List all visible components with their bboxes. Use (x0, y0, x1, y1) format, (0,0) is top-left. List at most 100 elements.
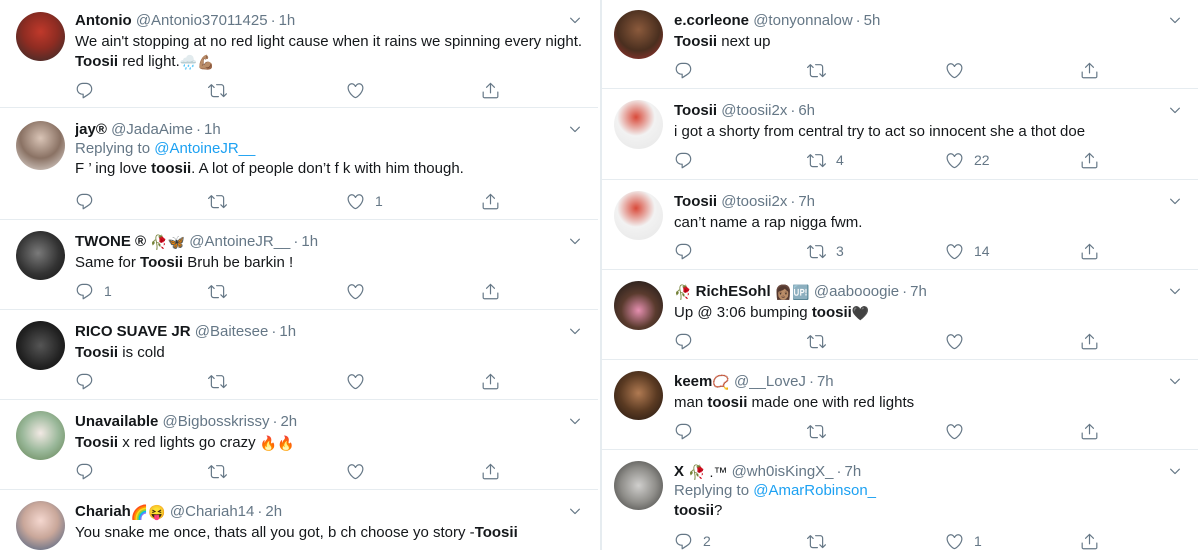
timestamp[interactable]: 1h (301, 233, 318, 250)
tweet[interactable]: 🥀 RichESohl 👩🏽🆙 @aabooogie · 7h Up @ 3:06 … (602, 271, 1198, 360)
reply-button[interactable] (674, 421, 703, 441)
display-name[interactable]: keem (674, 373, 712, 390)
tweet[interactable]: TWONE ® 🥀🦋 @AntoineJR__ · 1h Same for Toos… (0, 221, 598, 310)
tweet[interactable]: RICO SUAVE JR @Baitesee · 1h Toosii is col… (0, 311, 598, 400)
like-button[interactable] (945, 421, 974, 441)
tweet[interactable]: Chariah🌈😝 @Chariah14 · 2h You snake me onc… (0, 491, 598, 550)
retweet-button[interactable] (208, 461, 237, 481)
timestamp[interactable]: 7h (910, 283, 927, 300)
timestamp[interactable]: 6h (798, 102, 815, 119)
retweet-button[interactable] (208, 371, 237, 391)
avatar[interactable] (16, 12, 65, 61)
like-button[interactable]: 1 (945, 531, 982, 550)
tweet[interactable]: e.corleone @tonyonnalow · 5h Toosii next u… (602, 0, 1198, 89)
user-handle[interactable]: @toosii2x (721, 102, 787, 119)
tweet[interactable]: Unavailable @Bigbosskrissy · 2h Toosii x r… (0, 401, 598, 490)
avatar[interactable] (16, 321, 65, 370)
user-handle[interactable]: @Bigbosskrissy (163, 413, 270, 430)
retweet-button[interactable] (807, 331, 836, 351)
share-button[interactable] (1080, 60, 1099, 80)
display-name[interactable]: jay® (75, 121, 107, 138)
display-name[interactable]: RichESohl (696, 283, 771, 300)
timestamp[interactable]: 2h (265, 503, 282, 520)
reply-button[interactable] (674, 241, 703, 261)
avatar[interactable] (16, 411, 65, 460)
timestamp[interactable]: 5h (864, 12, 881, 29)
display-name[interactable]: Toosii (674, 102, 717, 119)
tweet[interactable]: X 🥀 .™ @wh0isKingX_ · 7h Replying to @Amar… (602, 451, 1198, 550)
display-name[interactable]: Unavailable (75, 413, 158, 430)
user-handle[interactable]: @Baitesee (195, 323, 269, 340)
tweet[interactable]: Toosii @toosii2x · 7h can’t name a rap nig… (602, 181, 1198, 270)
share-button[interactable] (481, 191, 500, 211)
avatar[interactable] (16, 501, 65, 550)
like-button[interactable] (346, 281, 375, 301)
share-button[interactable] (1080, 150, 1099, 170)
user-handle[interactable]: @Chariah14 (170, 503, 254, 520)
avatar[interactable] (614, 281, 663, 330)
like-button[interactable]: 14 (945, 241, 990, 261)
timestamp[interactable]: 7h (798, 193, 815, 210)
reply-button[interactable] (674, 331, 703, 351)
like-button[interactable]: 22 (945, 150, 990, 170)
avatar[interactable] (614, 371, 663, 420)
user-handle[interactable]: @toosii2x (721, 193, 787, 210)
reply-button[interactable] (674, 60, 703, 80)
display-name[interactable]: RICO SUAVE JR (75, 323, 191, 340)
retweet-button[interactable]: 3 (807, 241, 844, 261)
user-handle[interactable]: @wh0isKingX_ (732, 463, 834, 480)
tweet[interactable]: Antonio @Antonio37011425 · 1h We ain't sto… (0, 0, 598, 108)
display-name[interactable]: X (674, 463, 684, 480)
retweet-button[interactable] (208, 191, 237, 211)
share-button[interactable] (1080, 421, 1099, 441)
timestamp[interactable]: 7h (817, 373, 834, 390)
share-button[interactable] (481, 80, 500, 100)
reply-button[interactable] (75, 80, 104, 100)
reply-button[interactable] (75, 371, 104, 391)
tweet[interactable]: keem📿 @__LoveJ · 7h man toosii made one wi… (602, 361, 1198, 450)
retweet-button[interactable] (807, 531, 836, 550)
display-name[interactable]: Antonio (75, 12, 132, 29)
reply-button[interactable]: 1 (75, 281, 112, 301)
share-button[interactable] (1080, 241, 1099, 261)
avatar[interactable] (16, 231, 65, 280)
like-button[interactable]: 1 (346, 191, 383, 211)
user-handle[interactable]: @AntoineJR__ (189, 233, 290, 250)
replying-to-link[interactable]: @AntoineJR__ (154, 140, 255, 157)
like-button[interactable] (346, 461, 375, 481)
reply-button[interactable] (75, 191, 104, 211)
display-name[interactable]: e.corleone (674, 12, 749, 29)
replying-to-link[interactable]: @AmarRobinson_ (753, 482, 876, 499)
avatar[interactable] (614, 100, 663, 149)
reply-button[interactable]: 2 (674, 531, 711, 550)
tweet[interactable]: jay® @JadaAime · 1h Replying to @AntoineJR… (0, 109, 598, 220)
share-button[interactable] (1080, 531, 1099, 550)
like-button[interactable] (346, 371, 375, 391)
display-name[interactable]: TWONE ® (75, 233, 146, 250)
retweet-button[interactable] (807, 421, 836, 441)
share-button[interactable] (481, 371, 500, 391)
retweet-button[interactable] (208, 281, 237, 301)
user-handle[interactable]: @Antonio37011425 (136, 12, 268, 29)
tweet[interactable]: Toosii @toosii2x · 6h i got a shorty from … (602, 90, 1198, 180)
user-handle[interactable]: @aabooogie (814, 283, 899, 300)
display-name[interactable]: Chariah (75, 503, 131, 520)
user-handle[interactable]: @tonyonnalow (753, 12, 852, 29)
timestamp[interactable]: 1h (279, 323, 296, 340)
timestamp[interactable]: 2h (280, 413, 297, 430)
like-button[interactable] (945, 60, 974, 80)
like-button[interactable] (945, 331, 974, 351)
avatar[interactable] (16, 121, 65, 170)
timestamp[interactable]: 1h (204, 121, 221, 138)
retweet-button[interactable] (208, 80, 237, 100)
retweet-button[interactable]: 4 (807, 150, 844, 170)
share-button[interactable] (1080, 331, 1099, 351)
timestamp[interactable]: 1h (279, 12, 296, 29)
like-button[interactable] (346, 80, 375, 100)
avatar[interactable] (614, 191, 663, 240)
avatar[interactable] (614, 10, 663, 59)
avatar[interactable] (614, 461, 663, 510)
user-handle[interactable]: @__LoveJ (734, 373, 806, 390)
reply-button[interactable] (75, 461, 104, 481)
timestamp[interactable]: 7h (845, 463, 862, 480)
